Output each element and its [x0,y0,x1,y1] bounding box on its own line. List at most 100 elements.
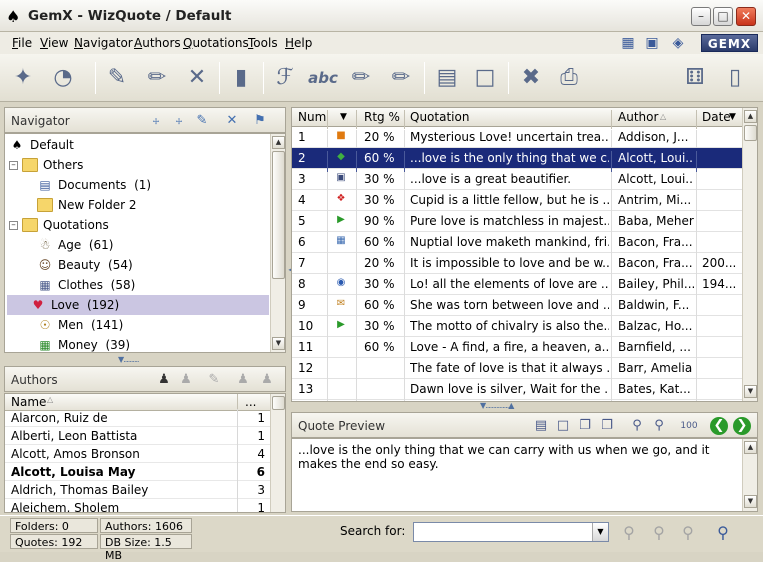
horizontal-splitter-grip[interactable]: ▼...............▲ [480,401,514,410]
new-database-icon[interactable]: ✦ [6,62,40,94]
scroll-up-icon[interactable]: ▲ [744,110,757,123]
window-view-icon[interactable]: □ [554,417,572,435]
edit-author-icon[interactable]: ✎ [205,371,223,389]
author-row[interactable]: Aldrich, Thomas Bailey 3 [5,481,271,499]
menu-file[interactable]: File [12,36,32,50]
clipboard-icon[interactable]: ▮ [224,62,258,94]
exit-icon[interactable]: ▯ [718,62,752,94]
quote-row[interactable]: 5 90 % Pure love is matchless in majest...… [292,211,743,235]
icon-column-dropdown-icon[interactable]: ▼ [340,112,347,122]
column-count[interactable]: ... [245,395,256,409]
spell-check-icon[interactable]: abc [306,62,340,94]
menu-help[interactable]: Help [285,36,312,50]
search-category-icon[interactable]: ⚲ [677,522,699,544]
column-date[interactable]: Date [702,110,731,124]
author-row[interactable]: Alarcon, Ruiz de 1 [5,409,271,427]
quote-row[interactable]: 8 30 % Lo! all the elements of love are ..… [292,274,743,298]
quote-row[interactable]: 3 30 % ...love is a great beautifier. Alcot… [292,169,743,193]
tree-node-clothes[interactable]: ▦ Clothes (58) [37,275,135,295]
font-icon[interactable]: ℱ [268,62,302,94]
gem-icon[interactable]: ▦ [619,34,637,52]
print-icon[interactable]: ⎙ [552,62,586,94]
zoom-in-icon[interactable]: ⚲ [628,417,646,435]
menu-view[interactable]: View [40,36,68,50]
maximize-button[interactable]: □ [713,7,733,26]
quote-row[interactable]: 4 30 % Cupid is a little fellow, but he is… [292,190,743,214]
column-num[interactable]: Num [298,110,326,124]
preview-scrollbar[interactable]: ▲ ▼ [742,439,757,511]
edit-folder-icon[interactable]: ✎ [193,112,211,130]
tree-node-new-folder-2[interactable]: New Folder 2 [37,195,137,215]
column-chooser-icon[interactable]: ▼ [729,112,736,122]
book-icon[interactable]: ◈ [669,34,687,52]
delete-author-icon[interactable]: ♟ [258,371,276,389]
tree-node-money[interactable]: ▦ Money (39) [37,335,130,352]
tree-node-default[interactable]: ♠ Default [9,135,74,155]
tree-node-documents[interactable]: ▤ Documents (1) [37,175,151,195]
tree-node-love[interactable]: ♥ Love (192) [7,295,269,315]
folder-options-icon[interactable]: ⚑ [251,112,269,130]
quote-row[interactable]: 7 20 % It is impossible to love and be w..… [292,253,743,277]
author-row[interactable]: Alcott, Louisa May 6 [5,463,271,481]
author-row[interactable]: Aleichem, Sholem 1 [5,499,271,512]
tree-node-men[interactable]: ☉ Men (141) [37,315,124,335]
marker-icon[interactable]: ✏ [384,62,418,94]
calendar-icon[interactable]: ▣ [643,34,661,52]
search-author-icon[interactable]: ⚲ [648,522,670,544]
copy-icon[interactable]: ❐ [576,417,594,435]
author-row[interactable]: Alcott, Amos Bronson 4 [5,445,271,463]
window-icon[interactable]: □ [468,62,502,94]
zoom-100-icon[interactable]: 100 [680,417,698,435]
authors-scrollbar[interactable] [270,394,285,512]
quote-row[interactable]: 2 60 % ...love is the only thing that we c… [292,148,743,172]
column-rating[interactable]: Rtg % [364,110,400,124]
search-input[interactable]: ▼ [413,522,609,542]
quote-row[interactable]: 13 Dawn love is silver, Wait for the ... B… [292,379,743,401]
quote-row[interactable]: 9 60 % She was torn between love and ... Ba… [292,295,743,319]
scroll-down-icon[interactable]: ▼ [744,495,757,508]
add-author-icon[interactable]: ♟ [177,371,195,389]
scroll-down-icon[interactable]: ▼ [744,385,757,398]
tree-node-others[interactable]: – Others [9,155,83,175]
column-quotation[interactable]: Quotation [410,110,469,124]
column-author[interactable]: Author [618,110,658,124]
column-name[interactable]: Name [11,395,46,409]
menu-authors[interactable]: Authors [134,36,181,50]
delete-folder-icon[interactable]: ✕ [223,112,241,130]
open-database-icon[interactable]: ◔ [46,62,80,94]
splitter-grip[interactable]: ▼.......... [118,355,140,364]
collapse-icon[interactable]: – [9,220,18,230]
new-folder-icon[interactable]: ⧾ [147,112,165,130]
search-dropdown-icon[interactable]: ▼ [592,523,608,541]
menu-navigator[interactable]: Navigator [74,36,133,50]
quote-row[interactable]: 1 20 % Mysterious Love! uncertain trea... A… [292,127,743,151]
close-button[interactable]: ✕ [736,7,756,26]
edit-quote-icon[interactable]: ✏ [140,62,174,94]
grid-scrollbar[interactable]: ▲ ▼ [742,108,757,401]
author-info-icon[interactable]: ♟ [234,371,252,389]
quote-row[interactable]: 12 The fate of love is that it always ...… [292,358,743,382]
quote-row[interactable]: 6 60 % Nuptial love maketh mankind, fri...… [292,232,743,256]
add-quote-icon[interactable]: ✎ [100,62,134,94]
menu-tools[interactable]: Tools [248,36,278,50]
tree-node-quotations[interactable]: – Quotations [9,215,109,235]
text-view-icon[interactable]: ▤ [532,417,550,435]
collapse-icon[interactable]: – [9,160,18,170]
scroll-thumb[interactable] [744,125,757,141]
paste-icon[interactable]: ❐ [598,417,616,435]
next-quote-icon[interactable]: ❯ [733,417,751,435]
minimize-button[interactable]: – [691,7,711,26]
new-subfolder-icon[interactable]: ⧾ [170,112,188,130]
authors-manage-icon[interactable]: ♟ [155,371,173,389]
scroll-thumb[interactable] [272,396,285,410]
dice-icon[interactable]: ⚅ [678,62,712,94]
quote-row[interactable]: 10 30 % The motto of chivalry is also the.… [292,316,743,340]
zoom-out-icon[interactable]: ⚲ [650,417,668,435]
tree-node-beauty[interactable]: ☺ Beauty (54) [37,255,133,275]
author-row[interactable]: Alberti, Leon Battista 1 [5,427,271,445]
scroll-down-icon[interactable]: ▼ [272,337,285,350]
tree-node-age[interactable]: ☃ Age (61) [37,235,114,255]
preview-pane-icon[interactable]: ▤ [430,62,464,94]
tools-icon[interactable]: ✖ [514,62,548,94]
highlight-icon[interactable]: ✏ [344,62,378,94]
